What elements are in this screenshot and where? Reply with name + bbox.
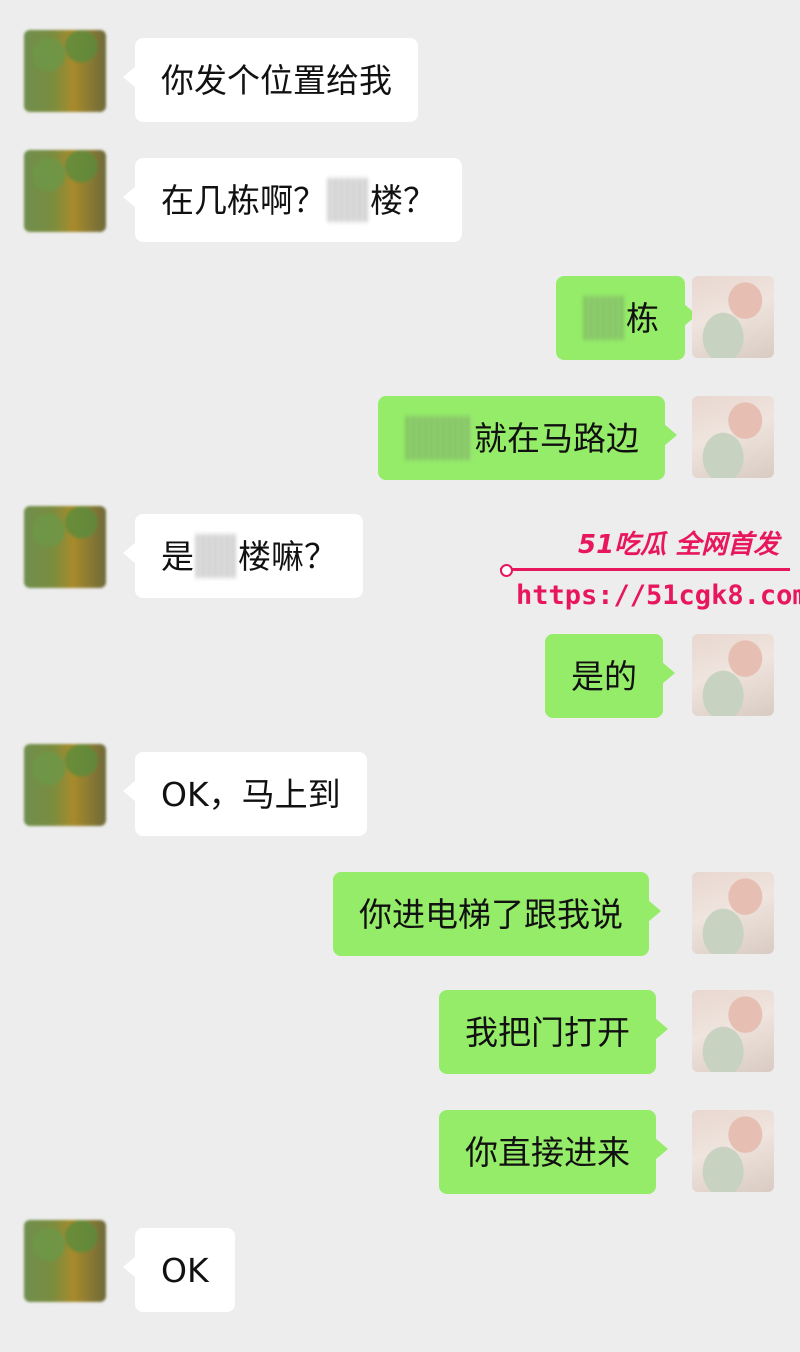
- message-text: 你发个位置给我: [161, 60, 392, 100]
- outgoing-message[interactable]: 你进电梯了跟我说: [333, 872, 661, 956]
- redacted-blur: [328, 178, 368, 222]
- message-text: 楼嘛？: [238, 536, 337, 576]
- message-text: 楼？: [370, 180, 436, 220]
- outgoing-message[interactable]: 是的: [545, 634, 675, 718]
- outgoing-message[interactable]: 你直接进来: [439, 1110, 668, 1194]
- contact-avatar[interactable]: [24, 1220, 106, 1302]
- contact-avatar[interactable]: [24, 506, 106, 588]
- user-avatar[interactable]: [692, 276, 774, 358]
- contact-avatar[interactable]: [24, 744, 106, 826]
- watermark: 51吃瓜 全网首发 https://51cgk8.com: [500, 520, 800, 620]
- message-text: 是的: [571, 656, 637, 696]
- message-text: OK: [161, 1250, 209, 1290]
- incoming-message[interactable]: 你发个位置给我: [123, 38, 418, 122]
- incoming-message[interactable]: OK，马上到: [123, 752, 367, 836]
- message-text: 在几栋啊？: [161, 180, 326, 220]
- contact-avatar[interactable]: [24, 150, 106, 232]
- watermark-divider: [500, 568, 790, 571]
- redacted-blur: [196, 534, 236, 578]
- message-text: 你进电梯了跟我说: [359, 894, 623, 934]
- redacted-blur: [406, 416, 472, 460]
- incoming-message[interactable]: 在几栋啊？ 楼？: [123, 158, 462, 242]
- incoming-message[interactable]: OK: [123, 1228, 235, 1312]
- message-text: OK，马上到: [161, 774, 341, 814]
- watermark-url: https://51cgk8.com: [516, 580, 800, 611]
- message-text: 就在马路边: [474, 418, 639, 458]
- message-text: 栋: [626, 298, 659, 338]
- outgoing-message[interactable]: 栋: [556, 276, 697, 360]
- outgoing-message[interactable]: 就在马路边: [378, 396, 677, 480]
- user-avatar[interactable]: [692, 990, 774, 1072]
- user-avatar[interactable]: [692, 396, 774, 478]
- redacted-blur: [584, 296, 624, 340]
- user-avatar[interactable]: [692, 872, 774, 954]
- message-text: 是: [161, 536, 194, 576]
- contact-avatar[interactable]: [24, 30, 106, 112]
- watermark-brand: 51吃瓜 全网首发: [578, 530, 780, 560]
- outgoing-message[interactable]: 我把门打开: [439, 990, 668, 1074]
- watermark-dot-icon: [500, 564, 513, 577]
- user-avatar[interactable]: [692, 1110, 774, 1192]
- incoming-message[interactable]: 是 楼嘛？: [123, 514, 363, 598]
- message-text: 我把门打开: [465, 1012, 630, 1052]
- message-text: 你直接进来: [465, 1132, 630, 1172]
- user-avatar[interactable]: [692, 634, 774, 716]
